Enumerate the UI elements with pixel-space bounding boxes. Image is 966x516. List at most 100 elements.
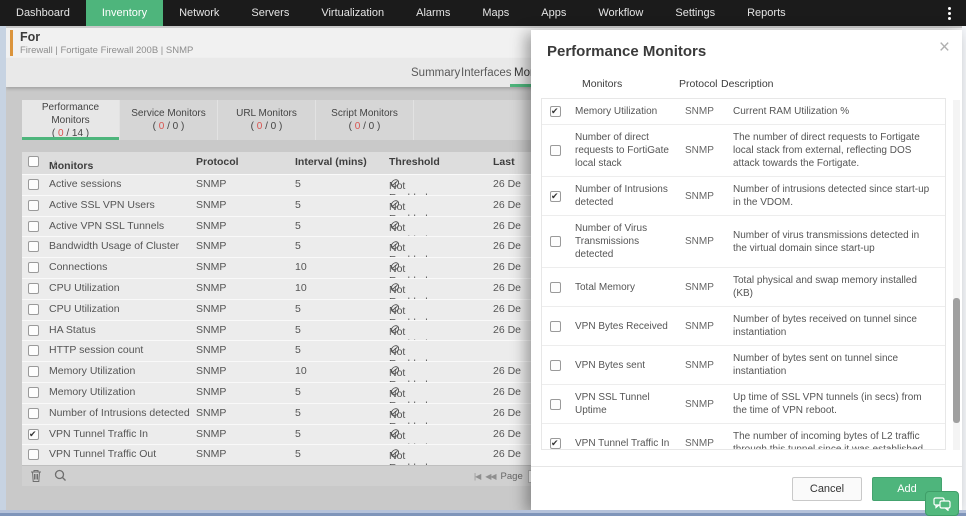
monitor-subtab[interactable]: URL Monitors ( 0 / 0 ) bbox=[218, 100, 316, 140]
modal-monitor-row[interactable]: ✔ VPN Bytes sent SNMP Number of bytes se… bbox=[542, 346, 945, 385]
nav-item[interactable]: Servers bbox=[235, 0, 305, 26]
last-polled: 26 De bbox=[493, 282, 521, 294]
row-checkbox[interactable]: ✔ bbox=[28, 366, 39, 377]
kebab-menu-icon[interactable] bbox=[934, 0, 964, 26]
modal-monitor-description: Up time of SSL VPN tunnels (in secs) fro… bbox=[733, 391, 935, 417]
modal-monitor-row[interactable]: ✔ Number of Intrusions detected SNMP Num… bbox=[542, 177, 945, 216]
modal-monitor-row[interactable]: ✔ VPN Bytes Received SNMP Number of byte… bbox=[542, 307, 945, 346]
row-checkbox[interactable]: ✔ bbox=[28, 221, 39, 232]
select-all-checkbox[interactable]: ✔ bbox=[28, 156, 39, 167]
modal-monitor-row[interactable]: ✔ Number of direct requests to FortiGate… bbox=[542, 125, 945, 177]
nav-item[interactable]: Network bbox=[163, 0, 235, 26]
row-checkbox[interactable]: ✔ bbox=[28, 200, 39, 211]
modal-col-description: Description bbox=[721, 78, 774, 90]
page-first-button[interactable]: |◀ bbox=[474, 472, 480, 481]
monitor-interval: 5 bbox=[295, 303, 301, 315]
row-checkbox[interactable]: ✔ bbox=[28, 241, 39, 252]
modal-monitor-protocol: SNMP bbox=[685, 236, 723, 247]
tab-summary[interactable]: Summary bbox=[411, 58, 460, 87]
modal-monitor-name: VPN Bytes sent bbox=[575, 359, 671, 372]
monitor-protocol: SNMP bbox=[196, 428, 226, 440]
monitor-subtab[interactable]: Service Monitors ( 0 / 0 ) bbox=[120, 100, 218, 140]
row-checkbox[interactable]: ✔ bbox=[28, 304, 39, 315]
modal-row-checkbox[interactable]: ✔ bbox=[550, 438, 561, 449]
modal-row-checkbox[interactable]: ✔ bbox=[550, 236, 561, 247]
modal-monitor-row[interactable]: ✔ Memory Utilization SNMP Current RAM Ut… bbox=[542, 99, 945, 125]
modal-monitor-name: VPN Tunnel Traffic In bbox=[575, 437, 671, 450]
sort-icon[interactable]: ▲▼ bbox=[53, 160, 58, 170]
monitor-name: Active SSL VPN Users bbox=[49, 199, 155, 211]
last-polled: 26 De bbox=[493, 448, 521, 460]
nav-item[interactable]: Maps bbox=[466, 0, 525, 26]
modal-row-checkbox[interactable]: ✔ bbox=[550, 360, 561, 371]
modal-monitor-row[interactable]: ✔ VPN SSL Tunnel Uptime SNMP Up time of … bbox=[542, 385, 945, 424]
modal-monitor-protocol: SNMP bbox=[685, 145, 723, 156]
modal-monitor-description: The number of incoming bytes of L2 traff… bbox=[733, 430, 935, 450]
window-left-edge bbox=[0, 26, 6, 516]
monitor-protocol: SNMP bbox=[196, 282, 226, 294]
monitor-interval: 5 bbox=[295, 407, 301, 419]
monitor-protocol: SNMP bbox=[196, 365, 226, 377]
modal-monitor-protocol: SNMP bbox=[685, 106, 723, 117]
cancel-button[interactable]: Cancel bbox=[792, 477, 862, 501]
modal-row-checkbox[interactable]: ✔ bbox=[550, 106, 561, 117]
monitor-name: CPU Utilization bbox=[49, 303, 120, 315]
nav-item[interactable]: Settings bbox=[659, 0, 731, 26]
window-right-edge bbox=[962, 26, 966, 516]
last-polled: 26 De bbox=[493, 407, 521, 419]
modal-monitor-description: Number of bytes sent on tunnel since ins… bbox=[733, 352, 935, 378]
modal-monitor-protocol: SNMP bbox=[685, 191, 723, 202]
nav-item[interactable]: Alarms bbox=[400, 0, 466, 26]
modal-row-checkbox[interactable]: ✔ bbox=[550, 191, 561, 202]
row-checkbox[interactable]: ✔ bbox=[28, 283, 39, 294]
modal-row-checkbox[interactable]: ✔ bbox=[550, 145, 561, 156]
modal-footer: Cancel Add bbox=[531, 466, 962, 510]
monitor-name: Active VPN SSL Tunnels bbox=[49, 220, 164, 232]
trash-icon[interactable] bbox=[30, 469, 42, 488]
nav-item[interactable]: Workflow bbox=[582, 0, 659, 26]
nav-item[interactable]: Inventory bbox=[86, 0, 163, 26]
performance-monitors-modal: Performance Monitors × Monitors Protocol… bbox=[531, 30, 962, 510]
last-polled: 26 De bbox=[493, 324, 521, 336]
tab-interfaces[interactable]: Interfaces bbox=[461, 58, 512, 87]
search-icon[interactable] bbox=[54, 469, 67, 487]
monitor-name: Memory Utilization bbox=[49, 386, 135, 398]
row-checkbox[interactable]: ✔ bbox=[28, 408, 39, 419]
row-checkbox[interactable]: ✔ bbox=[28, 345, 39, 356]
modal-scrollbar-thumb[interactable] bbox=[953, 298, 960, 423]
monitor-interval: 10 bbox=[295, 261, 307, 273]
nav-item[interactable]: Virtualization bbox=[305, 0, 400, 26]
row-checkbox[interactable]: ✔ bbox=[28, 387, 39, 398]
modal-monitor-row[interactable]: ✔ Total Memory SNMP Total physical and s… bbox=[542, 268, 945, 307]
modal-row-checkbox[interactable]: ✔ bbox=[550, 282, 561, 293]
nav-item[interactable]: Apps bbox=[525, 0, 582, 26]
row-checkbox[interactable]: ✔ bbox=[28, 429, 39, 440]
last-polled: 26 De bbox=[493, 261, 521, 273]
nav-item[interactable]: Reports bbox=[731, 0, 802, 26]
modal-monitor-row[interactable]: ✔ VPN Tunnel Traffic In SNMP The number … bbox=[542, 424, 945, 450]
row-checkbox[interactable]: ✔ bbox=[28, 449, 39, 460]
nav-item[interactable]: Dashboard bbox=[0, 0, 86, 26]
page-prev-button[interactable]: ◀◀ bbox=[485, 472, 495, 481]
modal-row-checkbox[interactable]: ✔ bbox=[550, 399, 561, 410]
row-checkbox[interactable]: ✔ bbox=[28, 179, 39, 190]
close-icon[interactable]: × bbox=[939, 38, 950, 57]
monitor-name: HA Status bbox=[49, 324, 96, 336]
modal-col-monitors: Monitors bbox=[582, 78, 622, 90]
monitor-subtab[interactable]: Performance Monitors ( 0 / 14 ) bbox=[22, 100, 120, 140]
modal-monitor-protocol: SNMP bbox=[685, 360, 723, 371]
last-polled: 26 De bbox=[493, 240, 521, 252]
feedback-widget[interactable] bbox=[925, 491, 959, 516]
monitor-name: Active sessions bbox=[49, 178, 121, 190]
monitor-name: VPN Tunnel Traffic Out bbox=[49, 448, 156, 460]
row-checkbox[interactable]: ✔ bbox=[28, 262, 39, 273]
modal-monitor-protocol: SNMP bbox=[685, 399, 723, 410]
monitor-interval: 5 bbox=[295, 178, 301, 190]
breadcrumb: Firewall | Fortigate Firewall 200B | SNM… bbox=[20, 45, 193, 56]
modal-monitor-row[interactable]: ✔ Number of Virus Transmissions detected… bbox=[542, 216, 945, 268]
modal-title: Performance Monitors bbox=[547, 43, 706, 60]
row-checkbox[interactable]: ✔ bbox=[28, 325, 39, 336]
monitor-interval: 5 bbox=[295, 220, 301, 232]
monitor-subtab[interactable]: Script Monitors ( 0 / 0 ) bbox=[316, 100, 414, 140]
modal-row-checkbox[interactable]: ✔ bbox=[550, 321, 561, 332]
